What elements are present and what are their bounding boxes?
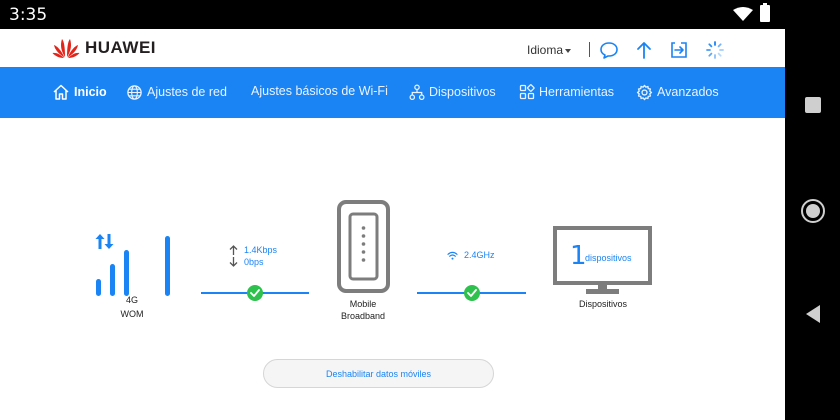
network-type-label: 4G xyxy=(125,295,138,305)
brand-name: HUAWEI xyxy=(85,38,156,57)
devices-panel[interactable]: 1 dispositivos xyxy=(553,226,652,295)
menu-item-label: Avanzados xyxy=(657,85,719,99)
huawei-flower-icon xyxy=(52,39,80,58)
wifi-band: 2.4GHz xyxy=(447,250,495,260)
upload-arrow-small-icon xyxy=(229,245,238,255)
main-menu: Inicio Ajustes de red Ajustes básicos de… xyxy=(0,67,785,118)
language-label: Idioma xyxy=(527,43,564,57)
wifi-icon xyxy=(447,251,458,260)
huawei-logo[interactable]: HUAWEI xyxy=(52,37,156,59)
wifi-connected-check-icon xyxy=(464,285,480,301)
menu-item-ajustes-de-red[interactable]: Ajustes de red xyxy=(126,81,227,103)
menu-item-label: Dispositivos xyxy=(429,85,496,99)
menu-item-label: Herramientas xyxy=(539,85,615,99)
tools-icon xyxy=(519,84,535,100)
loading-spinner-icon xyxy=(706,41,724,59)
device-count-unit: dispositivos xyxy=(585,253,632,263)
menu-item-avanzados[interactable]: Avanzados xyxy=(636,81,719,103)
header-separator xyxy=(589,42,590,57)
status-time: 3:35 xyxy=(9,5,48,25)
router-label-line2: Broadband xyxy=(340,311,386,321)
menu-item-dispositivos[interactable]: Dispositivos xyxy=(409,81,496,103)
download-speed: 0bps xyxy=(229,257,264,267)
mobile-connected-check-icon xyxy=(247,285,263,301)
android-navigation-bar xyxy=(785,0,840,420)
wifi-status-icon xyxy=(733,7,753,21)
globe-icon xyxy=(127,84,142,100)
upload-speed-value: 1.4Kbps xyxy=(244,245,278,255)
status-bar: 3:35 xyxy=(0,0,785,29)
download-speed-value: 0bps xyxy=(244,257,264,267)
logout-icon[interactable] xyxy=(669,40,689,60)
disable-mobile-data-button[interactable]: Deshabilitar datos móviles xyxy=(263,359,494,388)
menu-item-label: Ajustes básicos de Wi-Fi xyxy=(251,84,388,98)
menu-item-herramientas[interactable]: Herramientas xyxy=(519,81,614,103)
menu-item-label: Inicio xyxy=(74,85,107,99)
menu-item-ajustes-wifi[interactable]: Ajustes básicos de Wi-Fi xyxy=(251,80,388,102)
back-button[interactable] xyxy=(785,302,840,326)
home-dashboard: 4G WOM 1.4Kbps 0bps Mobile Broadband 2.4… xyxy=(0,118,785,420)
wifi-band-value: 2.4GHz xyxy=(464,250,495,260)
devices-label: Dispositivos xyxy=(578,299,627,309)
language-selector[interactable]: Idioma xyxy=(527,43,572,57)
chat-bubble-icon[interactable] xyxy=(599,40,619,60)
top-header: HUAWEI Idioma xyxy=(0,29,785,67)
upload-speed: 1.4Kbps xyxy=(229,245,277,255)
menu-item-inicio[interactable]: Inicio xyxy=(52,81,107,103)
circle-icon xyxy=(800,199,825,223)
operator-label: WOM xyxy=(120,309,144,319)
router-icon xyxy=(337,200,390,293)
recents-button[interactable] xyxy=(785,95,840,115)
menu-item-label: Ajustes de red xyxy=(147,85,227,99)
upload-arrow-icon[interactable] xyxy=(634,40,654,60)
battery-icon xyxy=(760,3,770,22)
home-button[interactable] xyxy=(785,196,840,226)
network-icon xyxy=(409,84,425,100)
gear-icon xyxy=(636,84,653,100)
signal-strength-icon xyxy=(95,234,170,296)
caret-down-icon xyxy=(565,48,572,53)
square-icon xyxy=(804,97,821,113)
back-triangle-icon xyxy=(805,305,820,323)
download-arrow-small-icon xyxy=(229,257,238,267)
router-label-line1: Mobile xyxy=(349,299,377,309)
home-icon xyxy=(53,84,69,100)
browser-screen: 3:35 HUAWEI Idioma Inicio Ajustes de red… xyxy=(0,0,785,420)
